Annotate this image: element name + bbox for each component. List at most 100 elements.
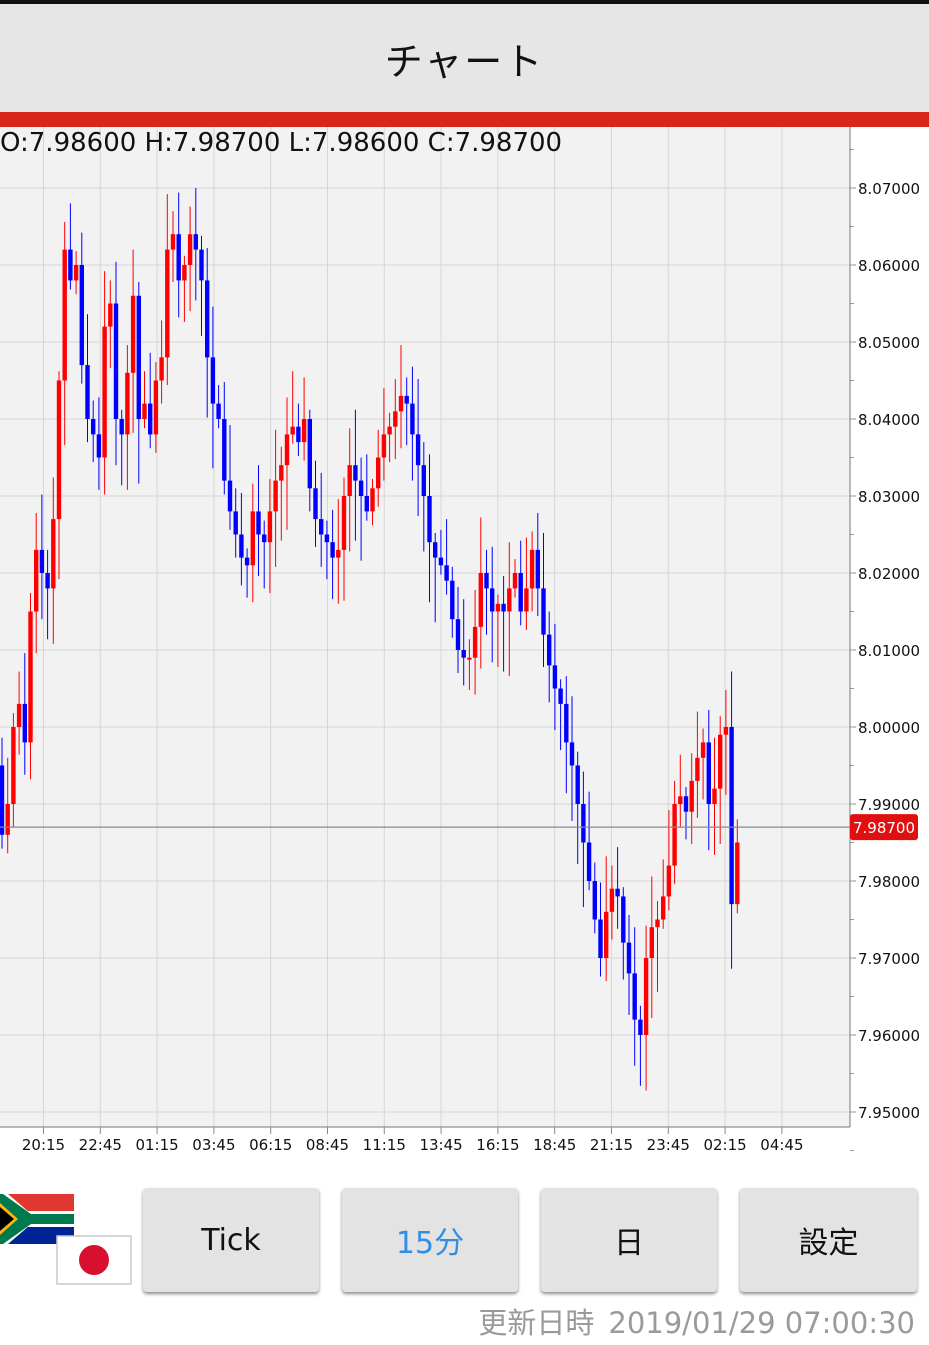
candle-body-down (569, 742, 575, 766)
candle-body-down (621, 896, 626, 943)
candle-body-down (176, 234, 181, 281)
candle-body-up (370, 488, 375, 512)
candle-body-down (558, 688, 563, 704)
candle-body-up (478, 573, 483, 627)
settings-button[interactable]: 設定 (740, 1188, 917, 1292)
x-tick-label: 20:15 (22, 1136, 65, 1154)
candle-body-down (729, 727, 734, 905)
candle-body-up (472, 626, 478, 658)
candle-body-up (666, 865, 672, 897)
candle-body-up (524, 588, 529, 612)
candle-body-down (364, 496, 369, 512)
x-tick-label: 13:45 (419, 1136, 462, 1154)
x-tick-label: 22:45 (79, 1136, 122, 1154)
candle-body-up (301, 419, 307, 443)
candle-body-up (723, 727, 729, 735)
interval-15min-button[interactable]: 15分 (342, 1188, 518, 1292)
candle-body-up (165, 249, 170, 358)
candle-body-down (307, 419, 312, 489)
candle-body-down (455, 619, 461, 650)
candle-body-up (290, 426, 295, 435)
candle-body-up (16, 703, 22, 727)
x-tick-label: 16:15 (476, 1136, 519, 1154)
candle-body-up (34, 549, 39, 612)
x-tick-label: 23:45 (647, 1136, 690, 1154)
y-tick-label: 7.96000 (858, 1027, 920, 1045)
x-tick-label: 06:15 (249, 1136, 292, 1154)
candle-body-up (341, 496, 347, 550)
candle-body-down (575, 765, 580, 804)
candle-body-down (91, 419, 96, 435)
y-tick-label: 8.01000 (858, 642, 920, 660)
candle-body-up (279, 465, 284, 481)
x-tick-label: 11:15 (363, 1136, 406, 1154)
candle-body-down (547, 634, 552, 666)
candle-body-down (552, 665, 558, 689)
candle-body-up (130, 295, 136, 373)
candle-body-down (256, 511, 261, 535)
candle-body-down (358, 480, 364, 496)
y-tick-label: 7.97000 (858, 950, 920, 968)
y-tick-label: 8.02000 (858, 565, 920, 583)
candle-body-down (85, 365, 90, 419)
candle-body-up (661, 896, 666, 920)
candle-body-down (148, 403, 153, 435)
x-tick-label: 01:15 (135, 1136, 178, 1154)
candle-body-down (45, 573, 50, 589)
candle-body-down (324, 534, 330, 543)
candle-body-up (735, 842, 740, 905)
candle-body-down (535, 549, 540, 589)
last-updated: 更新日時 2019/01/29 07:00:30 (478, 1300, 915, 1342)
updated-label: 更新日時 (478, 1306, 595, 1340)
candle-body-down (586, 842, 592, 881)
candle-body-up (11, 727, 16, 804)
candle-body-down (581, 804, 586, 843)
candlestick-chart[interactable]: 20:15 22:45 01:15 03:45 06:15 08:45 11:15 13:45… (0, 127, 929, 1157)
plot-background (0, 127, 850, 1127)
candle-body-up (381, 434, 387, 458)
candle-body-down (683, 796, 689, 812)
candle-body-up (398, 395, 404, 412)
candle-body-down (444, 565, 449, 581)
candle-body-down (450, 580, 455, 620)
candle-body-up (102, 326, 107, 458)
tick-button[interactable]: Tick (143, 1188, 319, 1292)
candle-body-down (421, 465, 426, 496)
candle-body-up (387, 426, 392, 435)
candle-body-up (718, 734, 723, 789)
y-tick-label: 8.00000 (858, 719, 920, 737)
candle-body-up (643, 958, 649, 1035)
candle-body-up (655, 919, 660, 928)
candle-body-down (96, 434, 102, 458)
candle-body-up (512, 573, 518, 589)
candle-body-down (222, 419, 227, 481)
candle-body-up (678, 796, 683, 804)
x-tick-label: 02:15 (703, 1136, 746, 1154)
candle-body-down (598, 919, 603, 958)
candle-body-down (632, 973, 637, 1020)
candle-body-up (153, 380, 159, 435)
candle-body-down (427, 496, 432, 543)
y-tick-label: 8.05000 (858, 334, 920, 352)
currency-pair-flags[interactable] (0, 1190, 135, 1290)
candle-body-down (490, 588, 495, 612)
x-tick-label: 21:15 (590, 1136, 633, 1154)
candle-body-up (700, 742, 706, 758)
x-tick-label: 18:45 (533, 1136, 576, 1154)
candle-body-down (438, 557, 444, 566)
ohlc-readout: O:7.98600 H:7.98700 L:7.98600 C:7.98700 (0, 128, 563, 158)
candle-body-down (501, 603, 506, 612)
candle-body-down (239, 534, 244, 558)
candle-body-up (28, 611, 33, 743)
candle-body-down (319, 519, 324, 535)
candle-body-up (250, 511, 255, 566)
candle-body-up (604, 911, 609, 958)
title-bar: チャート (0, 4, 929, 112)
candle-body-up (712, 788, 717, 804)
candle-body-down (193, 234, 198, 250)
x-tick-label: 08:45 (306, 1136, 349, 1154)
candle-body-down (296, 426, 301, 443)
day-button[interactable]: 日 (541, 1188, 717, 1292)
candle-body-up (376, 457, 381, 489)
candle-body-up (73, 265, 79, 281)
